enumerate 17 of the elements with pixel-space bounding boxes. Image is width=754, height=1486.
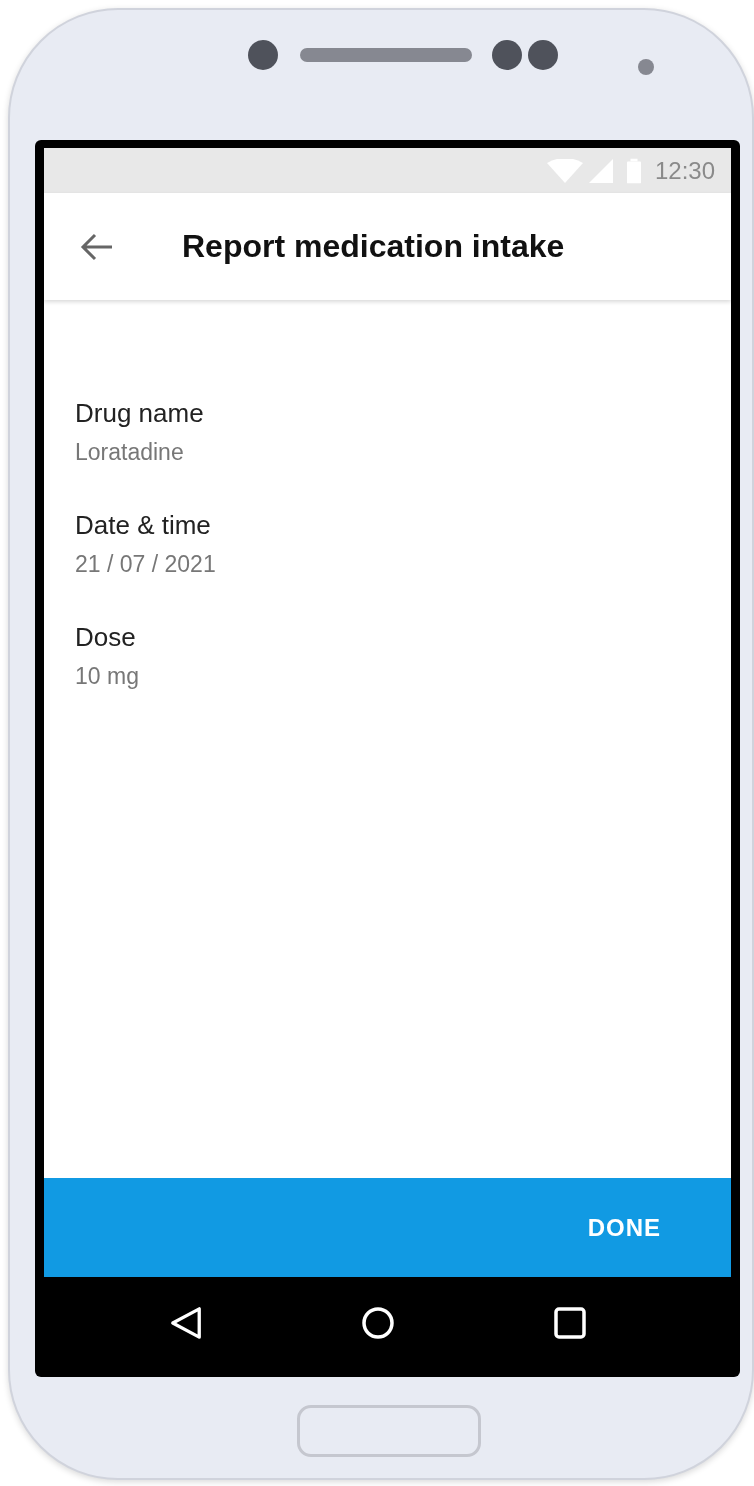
field-value[interactable]: 10 mg xyxy=(75,662,731,690)
camera-icon xyxy=(248,40,278,70)
home-circle-icon[interactable] xyxy=(360,1306,395,1340)
done-button[interactable]: DONE xyxy=(587,1205,661,1250)
status-time: 12:30 xyxy=(654,156,715,185)
back-triangle-icon[interactable] xyxy=(168,1306,203,1340)
led-icon xyxy=(638,59,654,75)
field-value[interactable]: 21 / 07 / 2021 xyxy=(75,550,731,578)
field-label: Date & time xyxy=(75,509,212,542)
sensor-icon xyxy=(492,40,522,70)
recents-square-icon[interactable] xyxy=(552,1306,587,1340)
field-label: Dose xyxy=(75,621,137,654)
back-arrow-icon[interactable] xyxy=(80,231,114,262)
field-value[interactable]: Loratadine xyxy=(75,438,731,466)
camera-icon xyxy=(528,40,558,70)
field-label: Drug name xyxy=(75,397,205,430)
page-title: Report medication intake xyxy=(182,228,565,265)
